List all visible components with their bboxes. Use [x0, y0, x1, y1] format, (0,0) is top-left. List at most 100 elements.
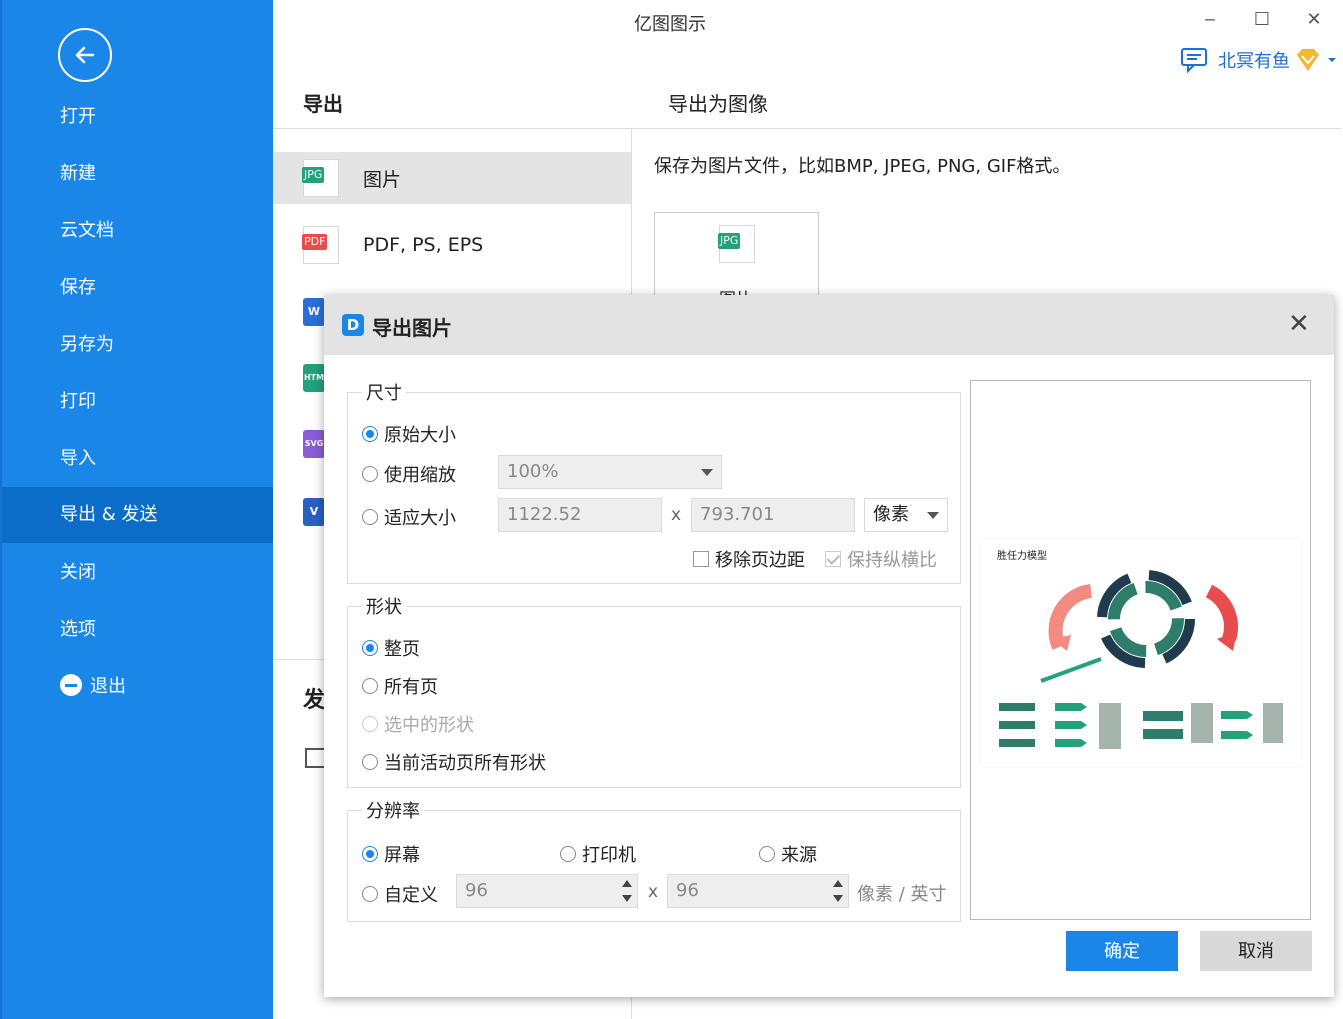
edraw-logo-icon: D: [342, 314, 364, 336]
original-size-radio[interactable]: 原始大小: [362, 421, 456, 447]
minimize-button[interactable]: ‒: [1198, 8, 1222, 32]
menu-exit[interactable]: 退出: [2, 659, 273, 715]
menu-export-send[interactable]: 导出 & 发送: [2, 487, 273, 543]
svg-file-icon[interactable]: SVG: [303, 430, 325, 458]
maximize-button[interactable]: ☐: [1250, 8, 1274, 32]
dpi-x-stepper[interactable]: 96: [456, 874, 638, 908]
width-input[interactable]: 1122.52: [498, 498, 662, 532]
radio-indicator: [759, 846, 775, 862]
visio-file-icon[interactable]: V: [303, 498, 325, 526]
radio-indicator: [560, 846, 576, 862]
format-item-pdf[interactable]: PDF PDF, PS, EPS: [273, 219, 631, 271]
menu-print[interactable]: 打印: [2, 374, 273, 430]
radio-label: 自定义: [384, 885, 438, 906]
times-sign: x: [648, 882, 659, 902]
fit-size-radio[interactable]: 适应大小: [362, 504, 456, 530]
use-scale-radio[interactable]: 使用缩放: [362, 461, 456, 487]
back-arrow-icon: [75, 46, 95, 64]
radio-indicator: [362, 678, 378, 694]
menu-options[interactable]: 选项: [2, 602, 273, 658]
radio-label: 当前活动页所有形状: [384, 753, 546, 774]
unit-select[interactable]: 像素: [864, 498, 948, 532]
exit-icon: [60, 674, 82, 696]
menu-exit-label: 退出: [90, 676, 126, 697]
header-divider: [273, 128, 1341, 129]
menu-close[interactable]: 关闭: [2, 545, 273, 601]
radio-label: 整页: [384, 639, 420, 660]
back-button[interactable]: [58, 28, 112, 82]
radio-label: 使用缩放: [384, 465, 456, 486]
whole-page-radio[interactable]: 整页: [362, 635, 420, 661]
dialog-close-button[interactable]: ✕: [1288, 311, 1310, 337]
size-group: 尺寸 原始大小 使用缩放 100% 适应大小 1122.52 x 793.701…: [347, 379, 961, 584]
close-window-button[interactable]: ✕: [1302, 8, 1326, 32]
remove-margin-checkbox[interactable]: 移除页边距: [693, 546, 805, 572]
scale-select[interactable]: 100%: [498, 455, 722, 489]
radio-label: 打印机: [582, 845, 636, 866]
radio-indicator: [362, 716, 378, 732]
shape-group: 形状 整页 所有页 选中的形状 当前活动页所有形状: [347, 593, 961, 788]
preview-thumbnail: 胜任力模型: [981, 539, 1301, 767]
checkbox-label: 移除页边距: [715, 550, 805, 571]
radio-label: 原始大小: [384, 425, 456, 446]
height-input[interactable]: 793.701: [691, 498, 855, 532]
competency-model-diagram: [999, 570, 1283, 749]
pdf-file-icon: PDF: [302, 226, 339, 264]
format-label: 图片: [363, 168, 402, 191]
radio-label: 屏幕: [384, 845, 420, 866]
user-account[interactable]: 北冥有鱼: [1180, 46, 1338, 74]
dpi-y-stepper[interactable]: 96: [667, 874, 849, 908]
source-radio[interactable]: 来源: [759, 841, 817, 867]
checkbox-label: 保持纵横比: [847, 550, 937, 571]
radio-indicator: [362, 846, 378, 862]
radio-indicator: [362, 426, 378, 442]
menu-new[interactable]: 新建: [2, 146, 273, 202]
word-file-icon[interactable]: W: [303, 298, 325, 326]
custom-radio[interactable]: 自定义: [362, 881, 438, 907]
active-page-shapes-radio[interactable]: 当前活动页所有形状: [362, 749, 546, 775]
radio-label: 所有页: [384, 677, 438, 698]
screen-radio[interactable]: 屏幕: [362, 841, 420, 867]
menu-save[interactable]: 保存: [2, 260, 273, 316]
window-title: 亿图图示: [634, 14, 706, 35]
group-title: 尺寸: [362, 379, 406, 405]
spin-arrows-icon[interactable]: [833, 878, 843, 904]
sidebar: 打开 新建 云文档 保存 另存为 打印 导入 导出 & 发送 关闭 选项 退出: [0, 0, 273, 1019]
selected-shapes-radio[interactable]: 选中的形状: [362, 711, 474, 737]
times-sign: x: [671, 505, 682, 525]
format-label: PDF, PS, EPS: [363, 234, 484, 256]
checkbox-indicator: [825, 551, 841, 567]
jpg-file-icon: JPG: [302, 159, 339, 197]
radio-indicator: [362, 640, 378, 656]
menu-open[interactable]: 打开: [2, 89, 273, 145]
preview-pane: 胜任力模型: [970, 380, 1311, 920]
keep-ratio-checkbox[interactable]: 保持纵横比: [825, 546, 937, 572]
dialog-title: 导出图片: [372, 316, 452, 340]
export-title: 导出: [303, 92, 343, 116]
send-title: 发: [303, 688, 326, 713]
format-item-image[interactable]: JPG 图片: [273, 152, 631, 204]
user-name: 北冥有鱼: [1218, 51, 1290, 72]
radio-indicator: [362, 886, 378, 902]
jpg-file-icon: JPG: [718, 225, 755, 263]
printer-radio[interactable]: 打印机: [560, 841, 636, 867]
radio-label: 适应大小: [384, 508, 456, 529]
all-pages-radio[interactable]: 所有页: [362, 673, 438, 699]
export-subtitle: 导出为图像: [668, 92, 768, 116]
radio-indicator: [362, 509, 378, 525]
dpi-x-value: 96: [465, 880, 488, 901]
radio-indicator: [362, 754, 378, 770]
menu-import[interactable]: 导入: [2, 431, 273, 487]
export-description: 保存为图片文件，比如BMP, JPEG, PNG, GIF格式。: [654, 156, 1071, 177]
menu-cloud-docs[interactable]: 云文档: [2, 203, 273, 259]
menu-save-as[interactable]: 另存为: [2, 317, 273, 373]
cancel-button[interactable]: 取消: [1200, 931, 1312, 971]
radio-indicator: [362, 466, 378, 482]
chevron-down-icon: [1328, 58, 1336, 62]
ok-button[interactable]: 确定: [1066, 931, 1178, 971]
dialog-header: D 导出图片 ✕: [324, 295, 1334, 355]
spin-arrows-icon[interactable]: [622, 878, 632, 904]
html-file-icon[interactable]: HTM: [303, 364, 325, 392]
dpi-unit-label: 像素 / 英寸: [857, 884, 947, 905]
resolution-group: 分辨率 屏幕 打印机 来源 自定义 96 x 96 像素 / 英寸: [347, 797, 961, 922]
